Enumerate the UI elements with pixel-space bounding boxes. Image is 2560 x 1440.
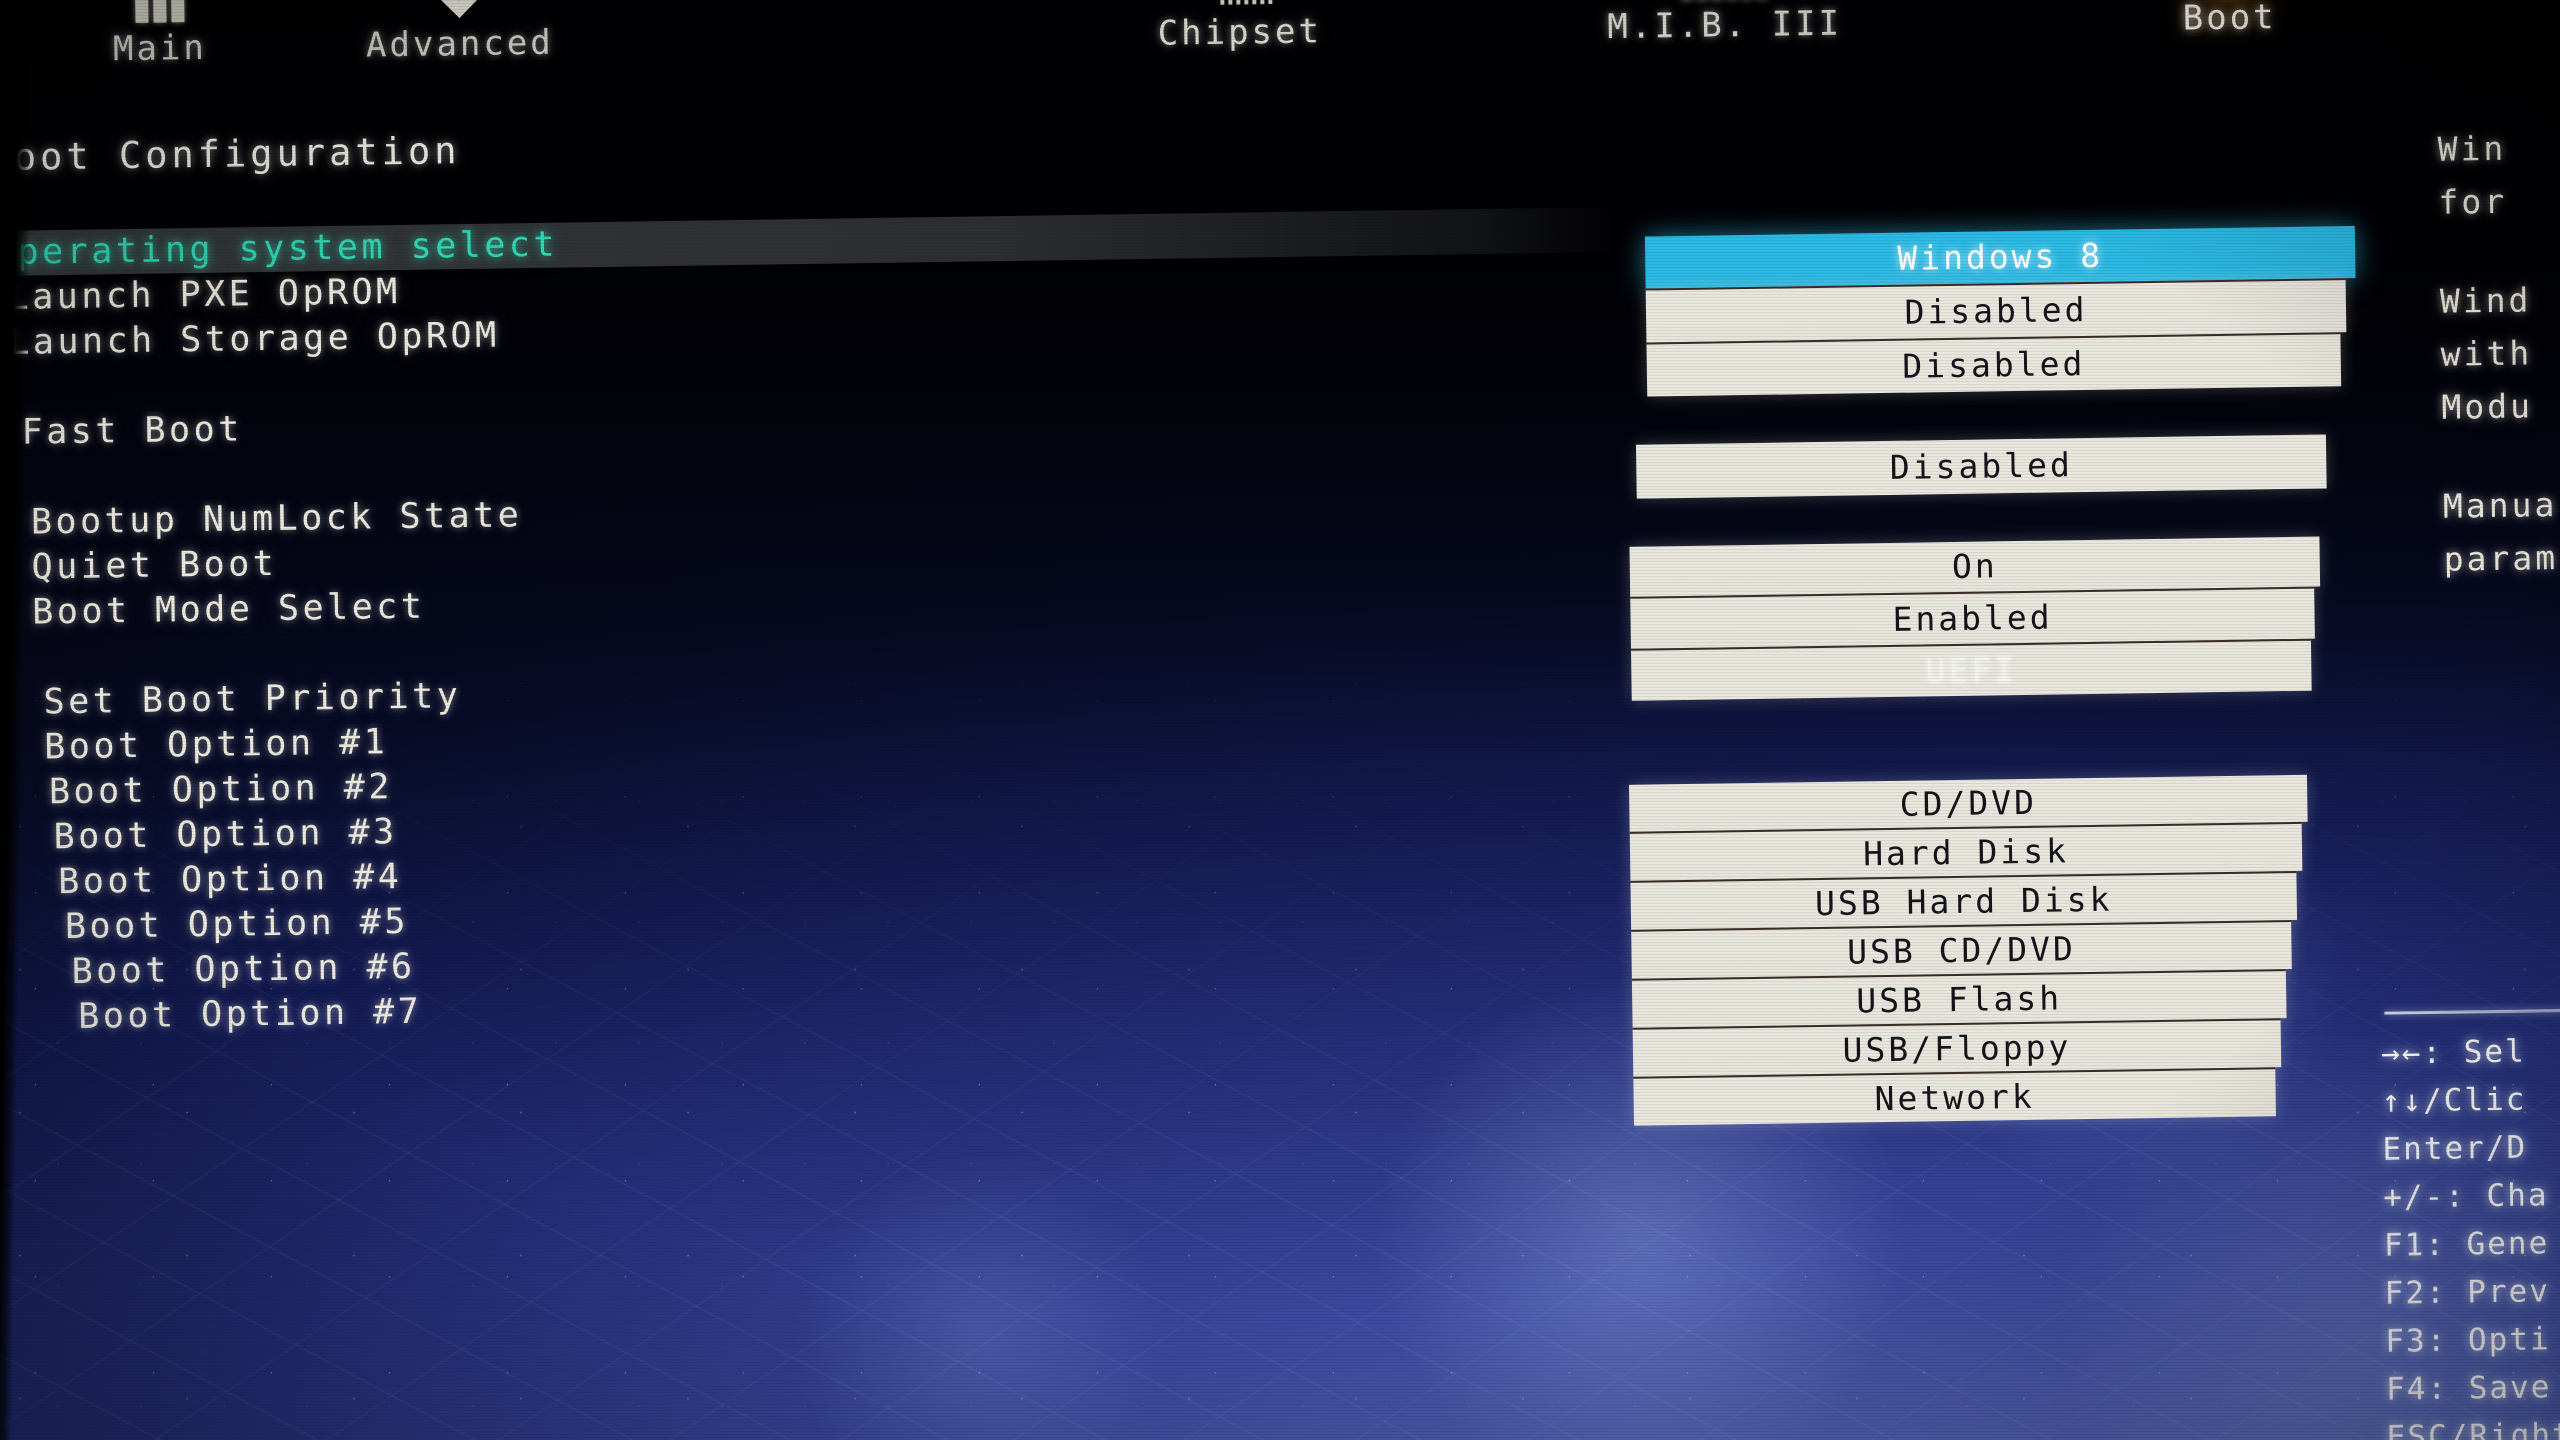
option-label: Boot Option #5 <box>64 901 410 948</box>
help-panel: Win for Wind with Modu Manua param <box>2437 118 2560 586</box>
option-label: Boot Option #6 <box>71 946 416 992</box>
option-label: Launch Storage OpROM <box>7 315 500 363</box>
value-group-boot-priority: CD/DVD Hard Disk USB Hard Disk USB CD/DV… <box>1629 774 2312 1126</box>
help-spacer <box>2442 429 2560 480</box>
value-group-boot-behaviour: On Enabled UEFI <box>1629 536 2321 701</box>
help-line: Modu <box>2441 386 2534 427</box>
option-label: Launch PXE OpROM <box>7 271 402 318</box>
value-launch-storage-oprom[interactable]: Disabled <box>1646 332 2342 397</box>
option-label: Boot Option #3 <box>53 812 398 858</box>
value-boot-option-7[interactable]: Network <box>1633 1067 2276 1126</box>
tab-boot-label: Boot <box>2182 0 2277 39</box>
option-label: Boot Mode Select <box>31 586 426 633</box>
key-legend-f2: F2: Prev <box>2384 1273 2551 1312</box>
tab-main[interactable]: Main <box>9 0 311 71</box>
shield-icon <box>309 0 610 20</box>
help-line: with <box>2440 333 2533 374</box>
bios-ui-plane: Main Advanced Chipset M.I.B. III Boot Bo… <box>0 0 2560 1440</box>
key-legend-esc: ESC/Right <box>2386 1416 2560 1440</box>
tab-advanced[interactable]: Advanced <box>309 0 611 66</box>
top-tab-bar: Main Advanced Chipset M.I.B. III Boot <box>0 0 2550 87</box>
key-legend-plus-minus: +/-: Cha <box>2382 1177 2549 1216</box>
help-line: Wind <box>2439 280 2532 321</box>
help-line: Win <box>2437 128 2507 169</box>
bars-icon <box>9 0 310 25</box>
bar-chart-icon <box>1574 0 1875 2</box>
option-label: Fast Boot <box>21 409 244 453</box>
option-label-list: Operating system select Launch PXE OpROM… <box>0 207 1624 1041</box>
key-legend-select: →←: Sel <box>2380 1033 2526 1072</box>
bios-screen: Main Advanced Chipset M.I.B. III Boot Bo… <box>0 0 2560 1440</box>
key-legend-divider <box>2384 1008 2560 1015</box>
option-label: Boot Option #4 <box>57 857 403 903</box>
key-legend-f1: F1: Gene <box>2383 1225 2550 1264</box>
tab-boot[interactable]: Boot <box>2078 0 2380 40</box>
key-legend-enter: Enter/D <box>2382 1129 2528 1168</box>
key-legend-f4: F4: Save <box>2385 1369 2552 1408</box>
tab-advanced-label: Advanced <box>365 22 555 66</box>
value-fast-boot[interactable]: Disabled <box>1635 434 2327 499</box>
tab-mib-iii[interactable]: M.I.B. III <box>1574 0 1876 48</box>
option-label: Boot Option #1 <box>43 722 389 768</box>
key-legend-click: ↑↓/Clic <box>2381 1081 2527 1120</box>
tab-mib-iii-label: M.I.B. III <box>1607 3 1843 48</box>
chip-icon <box>1089 0 1390 9</box>
option-label: Set Boot Priority <box>43 676 462 723</box>
value-group-os-and-oprom: Windows 8 Disabled Disabled <box>1644 226 2357 397</box>
page-title: Boot Configuration <box>0 129 461 180</box>
value-group-fast-boot: Disabled <box>1635 434 2327 499</box>
help-line: Manua <box>2442 485 2558 526</box>
tab-main-label: Main <box>112 27 208 70</box>
help-spacer <box>2439 224 2560 275</box>
key-legend-f3: F3: Opti <box>2385 1321 2551 1360</box>
value-boot-mode-select[interactable]: UEFI <box>1630 638 2312 701</box>
tab-chipset[interactable]: Chipset <box>1089 0 1391 55</box>
help-line: for <box>2438 181 2508 222</box>
option-label: Boot Option #7 <box>77 991 423 1037</box>
option-label: Bootup NumLock State <box>30 495 523 543</box>
help-line: param <box>2443 538 2559 579</box>
tab-chipset-label: Chipset <box>1157 11 1323 54</box>
key-legend: →←: Sel ↑↓/Clic Enter/D +/-: Cha F1: Gen… <box>2381 1025 2560 1440</box>
option-label: Quiet Boot <box>31 543 278 588</box>
option-label: Boot Option #2 <box>48 767 394 813</box>
